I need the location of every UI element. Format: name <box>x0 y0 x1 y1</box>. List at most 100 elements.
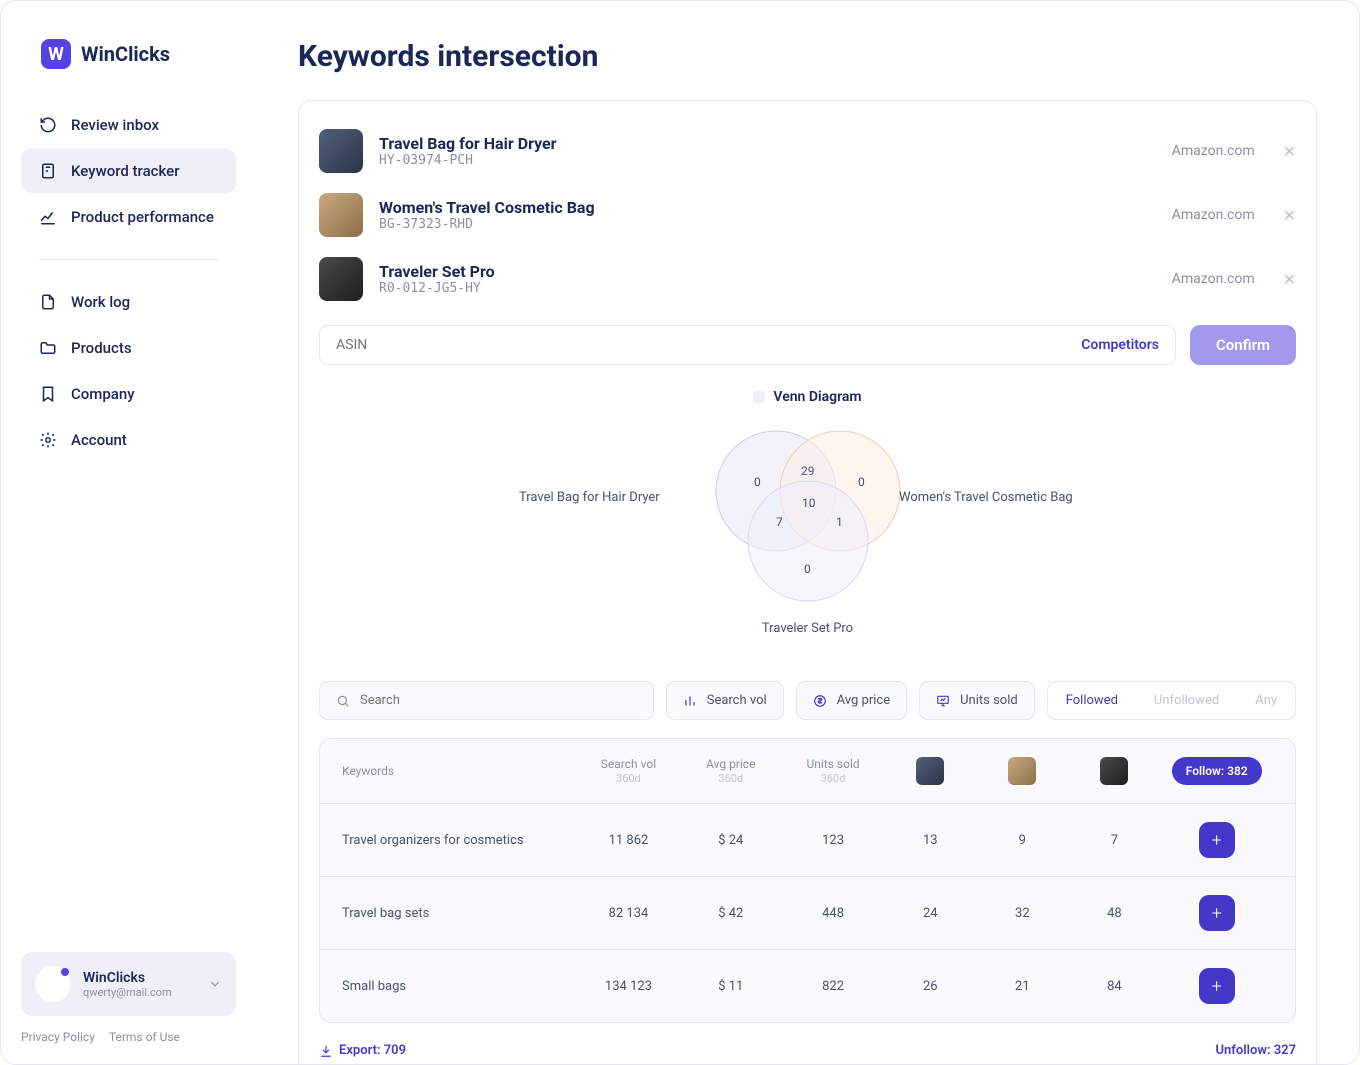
nav-company[interactable]: Company <box>21 372 236 416</box>
cell-price: $ 24 <box>680 833 782 848</box>
account-name: WinClicks <box>83 970 172 986</box>
seg-any[interactable]: Any <box>1237 682 1295 719</box>
link-terms[interactable]: Terms of Use <box>109 1030 180 1044</box>
refresh-icon <box>39 116 57 134</box>
venn-ab: 29 <box>801 464 815 478</box>
account-switcher[interactable]: WinClicks qwerty@mail.com <box>21 952 236 1016</box>
cell-rank: 24 <box>884 906 976 921</box>
nav-keyword-tracker[interactable]: Keyword tracker <box>21 149 236 193</box>
cell-rank: 26 <box>884 979 976 994</box>
account-email: qwerty@mail.com <box>83 986 172 999</box>
remove-icon[interactable]: ✕ <box>1283 206 1296 225</box>
product-row: Travel Bag for Hair Dryer HY-03974-PCH A… <box>319 119 1296 183</box>
competitors-link[interactable]: Competitors <box>1081 337 1159 353</box>
cell-price: $ 42 <box>680 906 782 921</box>
col-units: Units sold <box>806 757 859 771</box>
cell-rank: 84 <box>1068 979 1160 994</box>
filter-label: Search vol <box>707 693 767 708</box>
nav-label: Work log <box>71 293 130 311</box>
chart-line-icon <box>39 208 57 226</box>
file-icon <box>39 293 57 311</box>
cell-vol: 82 134 <box>577 906 679 921</box>
nav-separator <box>39 259 218 260</box>
product-source: Amazon.com <box>1172 271 1255 287</box>
search-input[interactable] <box>360 693 637 708</box>
footer-links: Privacy Policy Terms of Use <box>21 1030 236 1044</box>
venn-c-only: 0 <box>804 562 811 576</box>
follow-all-button[interactable]: Follow: 382 <box>1172 757 1262 785</box>
logo-icon: W <box>41 39 71 69</box>
nav-label: Account <box>71 431 127 449</box>
add-button[interactable]: + <box>1199 968 1235 1004</box>
cell-rank: 7 <box>1068 833 1160 848</box>
unfollow-button[interactable]: Unfollow: 327 <box>1215 1043 1296 1058</box>
cell-units: 123 <box>782 833 884 848</box>
table-footer: Export: 709 Unfollow: 327 <box>319 1043 1296 1058</box>
nav-review-inbox[interactable]: Review inbox <box>21 103 236 147</box>
sidebar: W WinClicks Review inbox Keyword tracker… <box>1 1 256 1064</box>
nav-products[interactable]: Products <box>21 326 236 370</box>
cell-rank: 48 <box>1068 906 1160 921</box>
product-thumb <box>319 193 363 237</box>
gear-icon <box>39 431 57 449</box>
filter-units-sold[interactable]: Units sold <box>919 681 1035 720</box>
venn-ac: 7 <box>776 515 783 529</box>
page-title: Keywords intersection <box>298 39 1317 74</box>
cell-units: 448 <box>782 906 884 921</box>
export-button[interactable]: Export: 709 <box>319 1043 406 1058</box>
confirm-button[interactable]: Confirm <box>1190 325 1296 365</box>
nav-label: Company <box>71 385 135 403</box>
product-source: Amazon.com <box>1172 207 1255 223</box>
product-row: Women's Travel Cosmetic Bag BG-37323-RHD… <box>319 183 1296 247</box>
logo: W WinClicks <box>41 39 236 69</box>
cell-rank: 21 <box>976 979 1068 994</box>
search-filter[interactable] <box>319 681 654 720</box>
table-row: Travel organizers for cosmetics 11 862 $… <box>320 803 1295 876</box>
filter-search-vol[interactable]: Search vol <box>666 681 784 720</box>
venn-diagram: 0 0 0 29 7 1 10 <box>688 413 928 613</box>
table-row: Small bags 134 123 $ 11 822 26 21 84 + <box>320 949 1295 1022</box>
venn-label-b: Women's Travel Cosmetic Bag <box>899 490 1073 505</box>
remove-icon[interactable]: ✕ <box>1283 270 1296 289</box>
nav-primary: Review inbox Keyword tracker Product per… <box>21 103 236 239</box>
nav-account[interactable]: Account <box>21 418 236 462</box>
bars-icon <box>683 694 697 708</box>
filter-label: Avg price <box>837 693 890 708</box>
nav-label: Products <box>71 339 132 357</box>
venn-a-only: 0 <box>754 475 761 489</box>
venn-bc: 1 <box>836 515 843 529</box>
product-sku: HY-03974-PCH <box>379 153 557 168</box>
nav-label: Keyword tracker <box>71 162 180 180</box>
chevron-down-icon <box>208 977 222 991</box>
presentation-icon <box>936 694 950 708</box>
nav-secondary: Work log Products Company Account <box>21 280 236 462</box>
avatar <box>35 966 71 1002</box>
seg-unfollowed[interactable]: Unfollowed <box>1136 682 1237 719</box>
nav-work-log[interactable]: Work log <box>21 280 236 324</box>
nav-product-performance[interactable]: Product performance <box>21 195 236 239</box>
cell-price: $ 11 <box>680 979 782 994</box>
remove-icon[interactable]: ✕ <box>1283 142 1296 161</box>
asin-input[interactable] <box>336 337 1081 353</box>
main: Keywords intersection Travel Bag for Hai… <box>256 1 1359 1064</box>
table-header: Keywords Search vol360d Avg price360d Un… <box>320 739 1295 803</box>
seg-followed[interactable]: Followed <box>1048 682 1136 719</box>
cell-rank: 13 <box>884 833 976 848</box>
filters-row: Search vol Avg price Units sold Followed… <box>319 681 1296 720</box>
product-row: Traveler Set Pro R0-012-JG5-HY Amazon.co… <box>319 247 1296 311</box>
venn-section: Venn Diagram 0 0 0 29 7 1 10 Travel Bag … <box>319 365 1296 661</box>
nav-label: Review inbox <box>71 116 159 134</box>
filter-avg-price[interactable]: Avg price <box>796 681 907 720</box>
product-title: Women's Travel Cosmetic Bag <box>379 198 595 217</box>
add-button[interactable]: + <box>1199 822 1235 858</box>
product-title: Traveler Set Pro <box>379 262 495 281</box>
add-button[interactable]: + <box>1199 895 1235 931</box>
product-thumb <box>319 129 363 173</box>
keywords-table: Keywords Search vol360d Avg price360d Un… <box>319 738 1296 1023</box>
col-vol: Search vol <box>601 757 656 771</box>
product-title: Travel Bag for Hair Dryer <box>379 134 557 153</box>
cell-keyword: Small bags <box>342 979 577 994</box>
cell-keyword: Travel organizers for cosmetics <box>342 833 577 848</box>
product-mini-icon <box>916 757 944 785</box>
link-privacy[interactable]: Privacy Policy <box>21 1030 95 1044</box>
